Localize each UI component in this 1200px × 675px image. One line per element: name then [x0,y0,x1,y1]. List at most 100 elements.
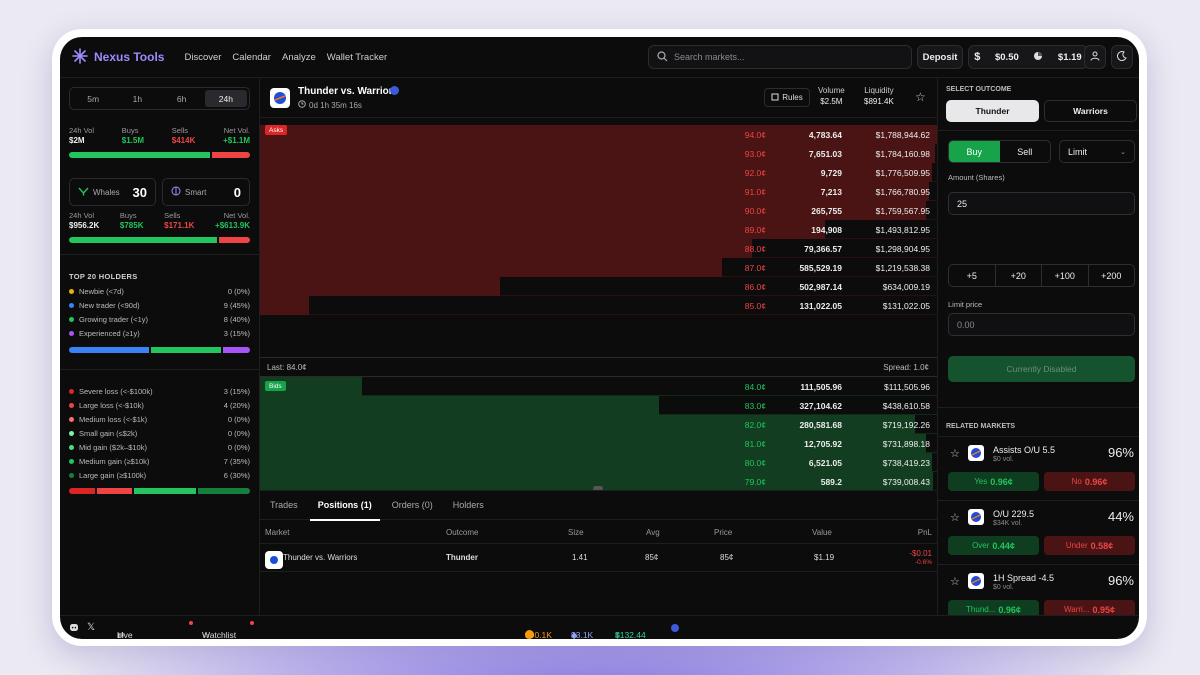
x-icon[interactable]: 𝕏 [87,622,95,633]
no-button[interactable]: No 0.96¢ [1044,472,1135,491]
discord-icon[interactable] [69,623,79,634]
bid-row[interactable]: 84.0¢ 111,505.96 $111,505.96 [260,377,937,396]
amount-field[interactable] [948,192,1135,215]
increment-100-button[interactable]: +100 [1042,265,1089,286]
whales-card[interactable]: Whales 30 [69,178,156,206]
related-market-card[interactable]: ☆ O/U 229.5 $34K vol. 44% Over 0.44¢ Under 0.58… [938,500,1139,564]
increment-5-button[interactable]: +5 [949,265,996,286]
brand[interactable]: Nexus Tools [72,48,164,66]
related-market-card[interactable]: ☆ Assists O/U 5.5 $0 vol. 96% Yes 0.96¢ No 0.96… [938,436,1139,500]
bid-row[interactable]: 80.0¢ 6,521.05 $738,419.23 [260,453,937,472]
star-icon[interactable]: ☆ [950,511,960,524]
table-row[interactable]: Thunder vs. Warriors Thunder 1.41 85¢ 85… [260,544,937,572]
limit-price-input[interactable] [957,319,1127,330]
side-toggle: Buy Sell [948,140,1051,163]
chevron-down-icon: ⌄ [1120,148,1126,156]
whales-count: 30 [132,184,147,200]
star-icon[interactable]: ☆ [950,447,960,460]
distribution-segment [223,347,250,353]
submit-order-button[interactable]: Currently Disabled [948,356,1135,382]
balance-button[interactable]: $ $0.50 $1.19 [968,45,1088,69]
ask-row[interactable]: 93.0¢ 7,651.03 $1,784,160.98 [260,144,937,163]
yes-label: Yes [974,477,988,486]
smart-card[interactable]: Smart 0 [162,178,250,206]
yes-button[interactable]: Over 0.44¢ [948,536,1039,555]
bid-shares: 589.2 [820,477,842,487]
position-avg: 85¢ [645,553,659,562]
ask-row[interactable]: 87.0¢ 585,529.19 $1,219,538.38 [260,258,937,277]
ask-price: 93.0¢ [744,149,766,159]
ask-row[interactable]: 85.0¢ 131,022.05 $131,022.05 [260,296,937,315]
bid-shares: 327,104.62 [799,401,842,411]
ask-row[interactable]: 94.0¢ 4,783.64 $1,788,944.62 [260,125,937,144]
no-label: Under [1065,541,1088,550]
search-box[interactable] [648,45,912,69]
ask-row[interactable]: 88.0¢ 79,366.57 $1,298,904.95 [260,239,937,258]
deposit-button[interactable]: Deposit [917,45,963,69]
volume-label: Volume [818,86,845,95]
yes-price: 0.44¢ [992,540,1015,551]
buy-button[interactable]: Buy [949,141,1000,162]
ask-shares: 7,651.03 [808,149,842,159]
brain-icon [171,186,181,198]
watchlist-label: Watchlist [202,630,237,639]
tab-positions[interactable]: Positions (1) [309,490,380,521]
timeframe-1h[interactable]: 1h [116,90,158,107]
outcome-thunder-button[interactable]: Thunder [946,100,1039,122]
outcome-warriors-button[interactable]: Warriors [1044,100,1137,122]
ask-row[interactable]: 86.0¢ 502,987.14 $634,009.19 [260,277,937,296]
ask-shares: 131,022.05 [799,301,842,311]
net-value: +$613.9K [215,221,250,230]
timeframe-5m[interactable]: 5m [72,90,114,107]
nav-wallet-tracker[interactable]: Wallet Tracker [327,52,387,63]
dollar-icon: $ [974,51,981,63]
limit-price-field[interactable] [948,313,1135,336]
search-input[interactable] [674,52,894,62]
divider [60,254,260,255]
tab-holders[interactable]: Holders [453,490,484,520]
col-avg: Avg [646,528,660,537]
tab-trades[interactable]: Trades [270,490,298,520]
ask-row[interactable]: 92.0¢ 9,729 $1,776,509.95 [260,163,937,182]
increment-20-button[interactable]: +20 [996,265,1042,286]
related-market-card[interactable]: ☆ 1H Spread -4.5 $0 vol. 96% Thund... 0.96¢ Wa… [938,564,1139,615]
bid-row[interactable]: 82.0¢ 280,581.68 $719,192.26 [260,415,937,434]
yes-button[interactable]: Thund... 0.96¢ [948,600,1039,615]
order-type-select[interactable]: Limit ⌄ [1059,140,1135,163]
ask-total: $1,298,904.95 [875,244,930,254]
yes-label: Over [972,541,990,550]
pnl-bar [69,488,250,494]
timeframe-24h[interactable]: 24h [204,90,247,107]
increment-200-button[interactable]: +200 [1089,265,1135,286]
legend-item: Large gain (≥$100k) 6 (30%) [69,468,250,482]
yes-button[interactable]: Yes 0.96¢ [948,472,1039,491]
tab-orders[interactable]: Orders (0) [392,490,433,520]
no-button[interactable]: Under 0.58¢ [1044,536,1135,555]
nav-analyze[interactable]: Analyze [282,52,316,63]
legend-label: Large gain (≥$100k) [79,470,147,480]
amount-input[interactable] [957,198,1127,209]
theme-toggle-button[interactable] [1111,45,1133,69]
ask-row[interactable]: 89.0¢ 194,908 $1,493,812.95 [260,220,937,239]
user-button[interactable] [1084,45,1106,69]
legend-dot [69,288,74,294]
asks-tag: Asks [265,125,288,135]
sell-button[interactable]: Sell [1000,141,1051,162]
sells-label: Sells [164,211,181,220]
resize-handle[interactable] [593,486,603,490]
vol-value: $956.2K [69,221,100,230]
rules-button[interactable]: Rules [764,88,810,107]
bid-row[interactable]: 81.0¢ 12,705.92 $731,898.18 [260,434,937,453]
ask-row[interactable]: 91.0¢ 7,213 $1,766,780.95 [260,182,937,201]
timeframe-6h[interactable]: 6h [161,90,203,107]
star-icon[interactable]: ☆ [915,90,926,104]
buys-value: $785K [119,221,144,230]
nav-discover[interactable]: Discover [184,52,221,63]
ask-row[interactable]: 90.0¢ 265,755 $1,759,567.95 [260,201,937,220]
nav-calendar[interactable]: Calendar [232,52,271,63]
ask-price: 85.0¢ [744,301,766,311]
bid-row[interactable]: 83.0¢ 327,104.62 $438,610.58 [260,396,937,415]
no-button[interactable]: Warri... 0.95¢ [1044,600,1135,615]
star-icon[interactable]: ☆ [950,575,960,588]
position-pnl-pct: -0.6% [915,559,932,566]
